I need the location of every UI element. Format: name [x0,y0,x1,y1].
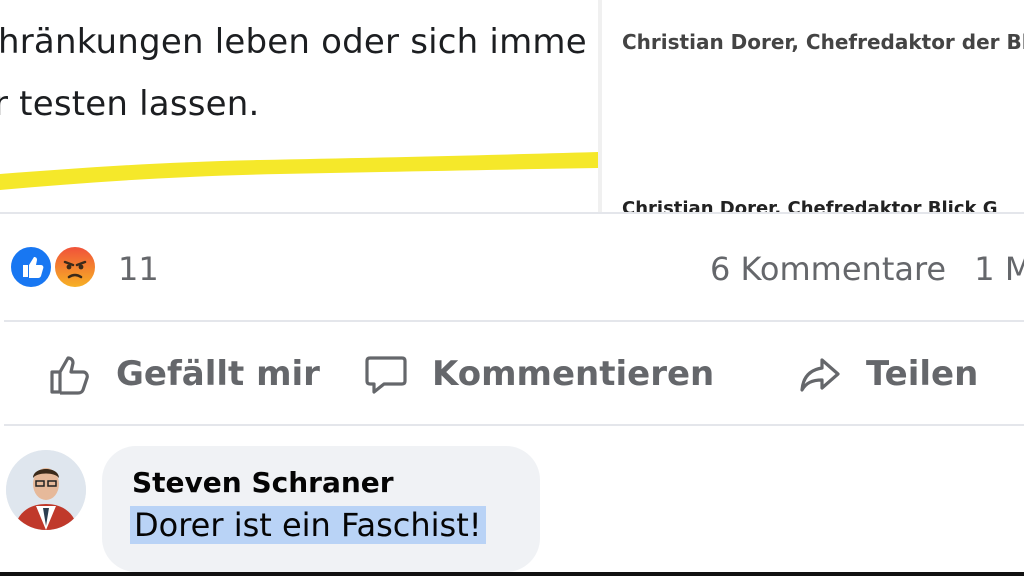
comment-text: Dorer ist ein Faschist! [130,506,486,544]
post-image-text: hränkungen leben oder sich imme r testen… [0,0,598,212]
image-caption-cut: Christian Dorer, Chefredaktor Blick G [622,198,998,212]
divider [0,212,1024,214]
post-image-caption: Christian Dorer, Chefredaktor der Bli Ch… [602,0,1024,212]
comment-button[interactable]: Kommentieren [362,346,714,402]
bottom-edge [0,572,1024,576]
image-caption: Christian Dorer, Chefredaktor der Bli [622,30,1024,54]
like-icon [8,244,54,290]
comment-bubble[interactable]: Steven Schraner Dorer ist ein Faschist! [102,446,540,572]
comment-button-label: Kommentieren [432,354,715,394]
comment-author[interactable]: Steven Schraner [132,466,394,499]
divider [4,320,1024,322]
thumbs-up-icon [50,356,89,395]
comments-count[interactable]: 6 Kommentare 1 M [710,250,1024,288]
reaction-count[interactable]: 11 [118,250,159,288]
avatar[interactable] [6,450,86,530]
comments-count-label: 6 Kommentare [710,250,947,288]
angry-icon [52,244,98,290]
shares-count-label: 1 M [974,250,1024,288]
divider [4,424,1024,426]
profile-photo [6,450,86,530]
post-text-line-2: r testen lassen. [0,84,260,124]
like-button[interactable]: Gefällt mir [46,346,320,402]
like-button-label: Gefällt mir [116,354,320,394]
speech-bubble-icon [365,356,407,394]
share-button[interactable]: Teilen [796,346,978,402]
yellow-highlight-marker [0,152,598,190]
share-button-label: Teilen [866,354,979,394]
post-text-line-1: hränkungen leben oder sich imme [0,22,587,62]
share-arrow-icon [800,358,840,392]
